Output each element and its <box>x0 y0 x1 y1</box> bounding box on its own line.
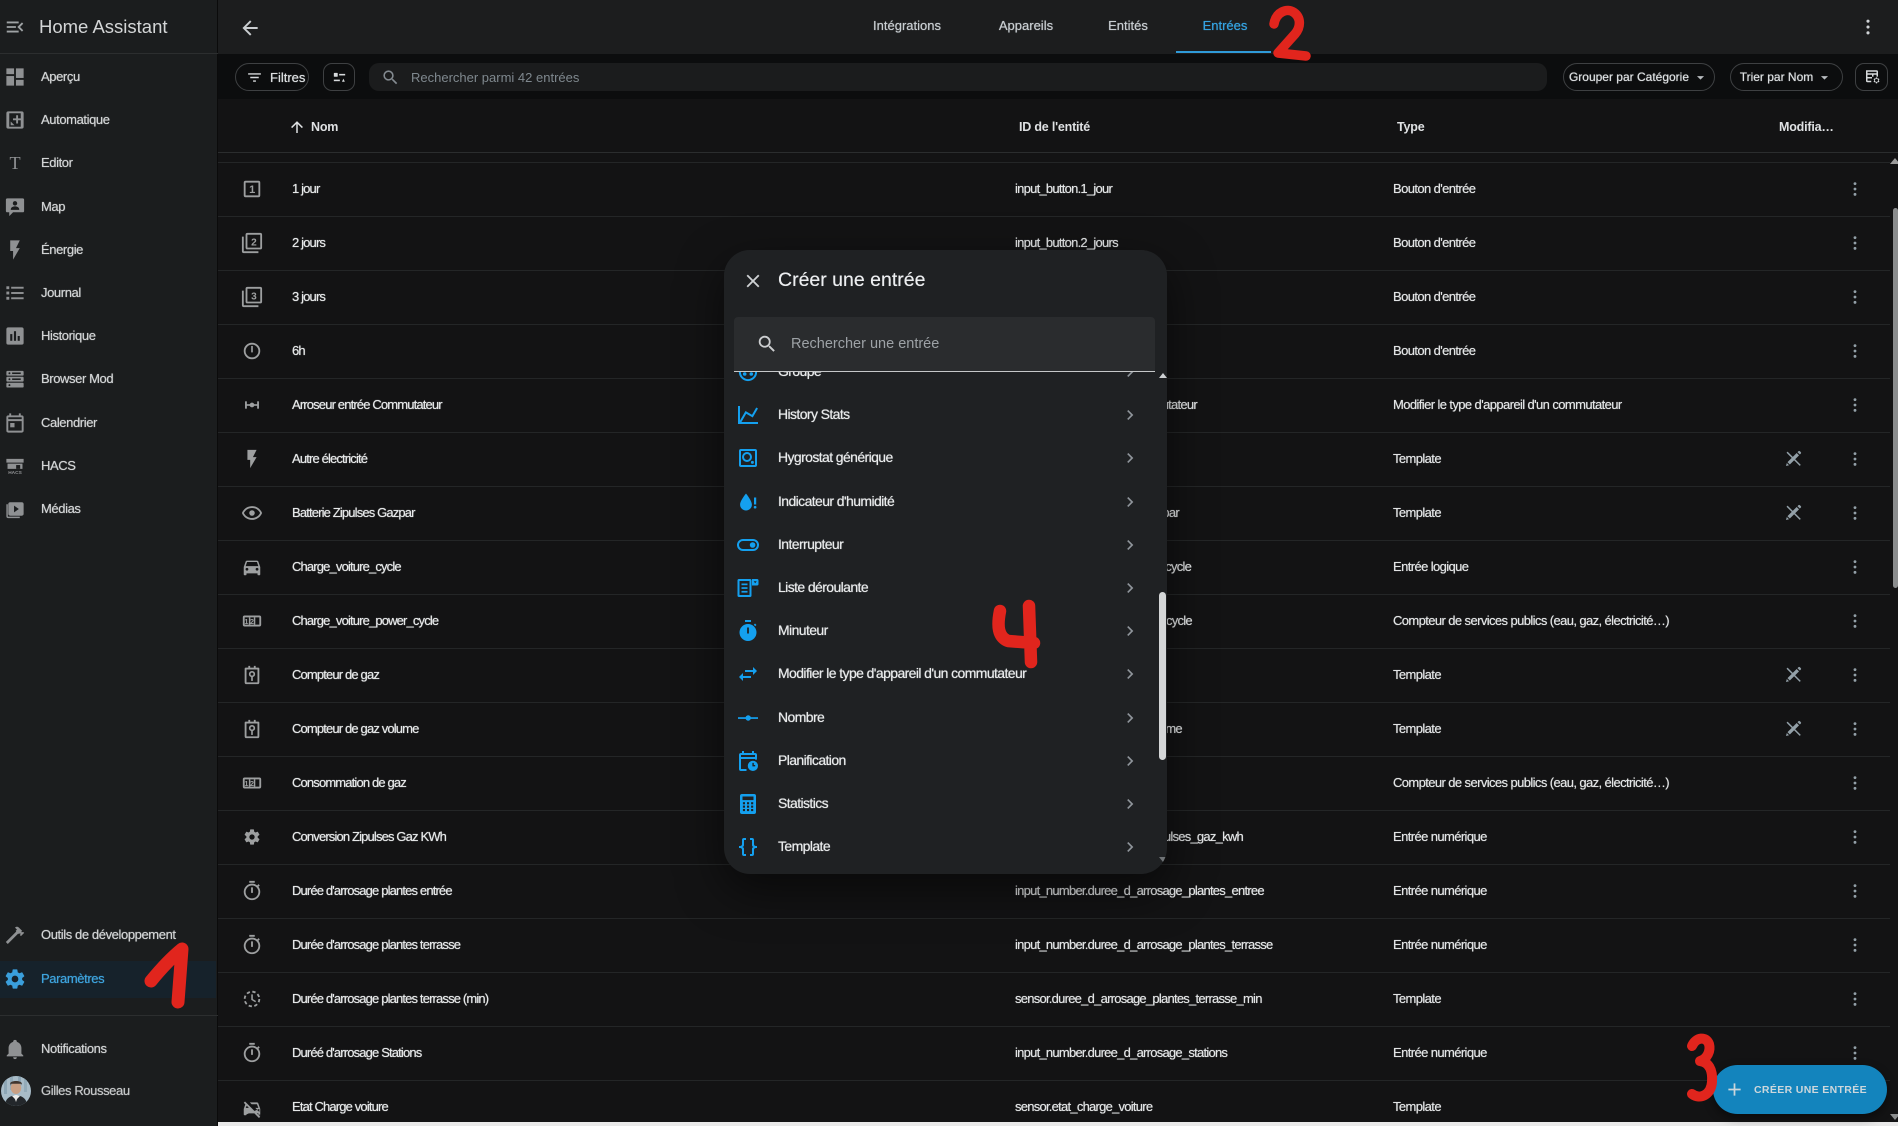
svg-text:T: T <box>9 153 20 173</box>
svg-text:3: 3 <box>251 291 257 302</box>
svg-text:2: 2 <box>250 617 254 626</box>
svg-text:1: 1 <box>244 779 248 788</box>
svg-text:1: 1 <box>244 617 248 626</box>
svg-text:2: 2 <box>251 237 257 248</box>
svg-text:HACS: HACS <box>8 470 22 476</box>
svg-text:1: 1 <box>249 184 255 196</box>
svg-text:2: 2 <box>250 779 254 788</box>
